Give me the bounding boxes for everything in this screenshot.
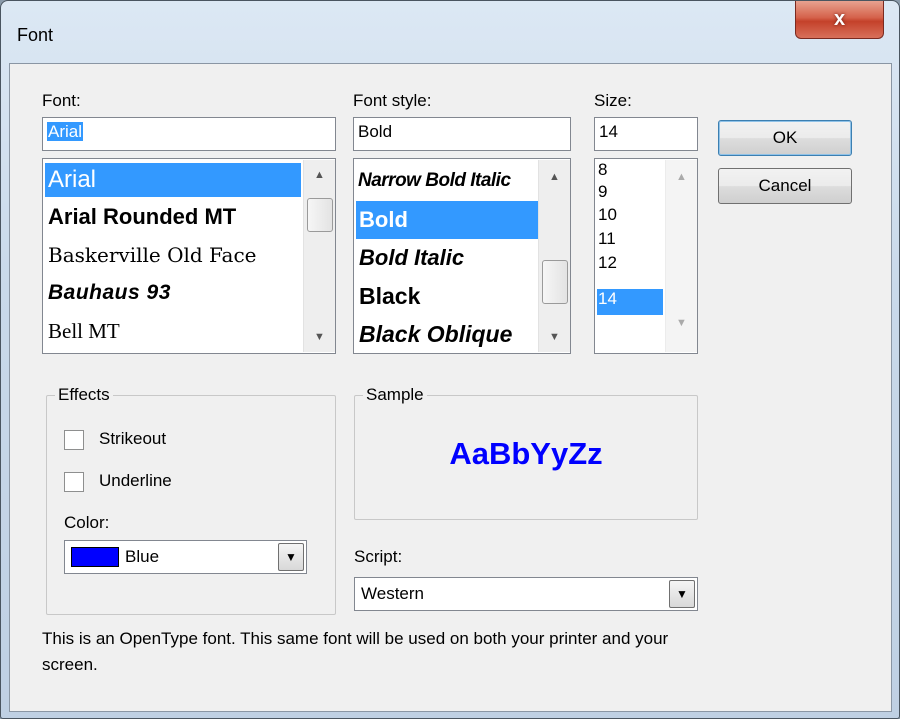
- color-value: Blue: [125, 547, 160, 566]
- font-style-list-item[interactable]: Bold Italic: [356, 239, 538, 277]
- size-list-item[interactable]: 11: [597, 229, 663, 249]
- font-input[interactable]: Arial: [42, 117, 336, 151]
- chevron-up-icon[interactable]: ▲: [304, 162, 335, 188]
- size-list-item[interactable]: 14: [597, 289, 663, 315]
- font-label: Font:: [42, 91, 81, 110]
- sample-preview: AaBbYyZz: [449, 436, 603, 471]
- dialog-client: Font: Arial Arial Arial Rounded MT Baske…: [9, 63, 892, 712]
- font-style-label: Font style:: [353, 91, 432, 110]
- script-value: Western: [361, 584, 424, 603]
- chevron-up-icon[interactable]: ▲: [666, 164, 697, 190]
- script-select[interactable]: Western ▼: [354, 577, 698, 611]
- font-style-list-scroll-thumb[interactable]: [542, 260, 568, 304]
- chevron-up-icon[interactable]: ▲: [539, 164, 570, 190]
- effects-title: Effects: [55, 385, 113, 405]
- font-style-list-item[interactable]: Narrow Bold Italic: [356, 163, 538, 199]
- strikeout-checkbox[interactable]: [64, 430, 84, 450]
- size-label: Size:: [594, 91, 632, 110]
- size-list-item[interactable]: 10: [597, 205, 663, 225]
- font-list-item[interactable]: Arial: [45, 163, 301, 197]
- cancel-button[interactable]: Cancel: [718, 168, 852, 204]
- font-list-item[interactable]: Arial Rounded MT: [45, 199, 301, 235]
- dropdown-arrow-icon[interactable]: ▼: [669, 580, 695, 608]
- size-list[interactable]: 8 9 10 11 12 14 ▲ ▼: [594, 158, 698, 354]
- font-list-item[interactable]: Bell MT: [45, 313, 301, 349]
- size-list-item[interactable]: 8: [597, 161, 663, 179]
- font-list-scrollbar[interactable]: ▲ ▼: [303, 160, 335, 352]
- size-list-scrollbar[interactable]: ▲ ▼: [665, 160, 697, 352]
- font-list-item[interactable]: Bauhaus 93: [45, 275, 301, 311]
- color-select[interactable]: Blue ▼: [64, 540, 307, 574]
- font-style-input[interactable]: Bold: [353, 117, 571, 151]
- font-style-list[interactable]: Narrow Bold Italic Bold Bold Italic Blac…: [353, 158, 571, 354]
- ok-button[interactable]: OK: [718, 120, 852, 156]
- close-icon: x: [833, 8, 846, 30]
- chevron-down-icon[interactable]: ▼: [539, 324, 570, 350]
- sample-group: Sample AaBbYyZz: [354, 385, 698, 520]
- sample-title: Sample: [363, 385, 427, 405]
- size-list-item[interactable]: 12: [597, 253, 663, 273]
- color-label: Color:: [64, 513, 110, 532]
- font-list-item[interactable]: Baskerville Old Face: [45, 237, 301, 273]
- font-style-input-value: Bold: [358, 122, 393, 141]
- dropdown-arrow-icon[interactable]: ▼: [278, 543, 304, 571]
- size-list-item[interactable]: 9: [597, 183, 663, 201]
- effects-group: Effects Strikeout Underline Color: Blue …: [46, 385, 336, 615]
- color-swatch: [71, 547, 119, 567]
- strikeout-label: Strikeout: [99, 429, 167, 448]
- font-description: This is an OpenType font. This same font…: [42, 629, 669, 674]
- close-button[interactable]: x: [795, 1, 884, 39]
- chevron-down-icon[interactable]: ▼: [304, 324, 335, 350]
- font-style-list-item[interactable]: Black: [356, 277, 538, 315]
- font-dialog: Font x Font: Arial Arial Arial Rounded M…: [0, 0, 900, 719]
- size-input[interactable]: 14: [594, 117, 698, 151]
- font-list[interactable]: Arial Arial Rounded MT Baskerville Old F…: [42, 158, 336, 354]
- title-bar[interactable]: Font x: [1, 1, 899, 63]
- script-label: Script:: [354, 547, 403, 566]
- font-list-scroll-thumb[interactable]: [307, 198, 333, 232]
- chevron-down-icon[interactable]: ▼: [666, 310, 697, 336]
- underline-checkbox[interactable]: [64, 472, 84, 492]
- size-input-value: 14: [599, 122, 618, 141]
- font-style-list-scrollbar[interactable]: ▲ ▼: [538, 160, 570, 352]
- font-input-value: Arial: [47, 122, 84, 141]
- font-style-list-item[interactable]: Black Oblique: [356, 315, 538, 353]
- font-style-list-item[interactable]: Bold: [356, 201, 538, 239]
- underline-label: Underline: [99, 471, 172, 490]
- window-title: Font: [17, 25, 54, 45]
